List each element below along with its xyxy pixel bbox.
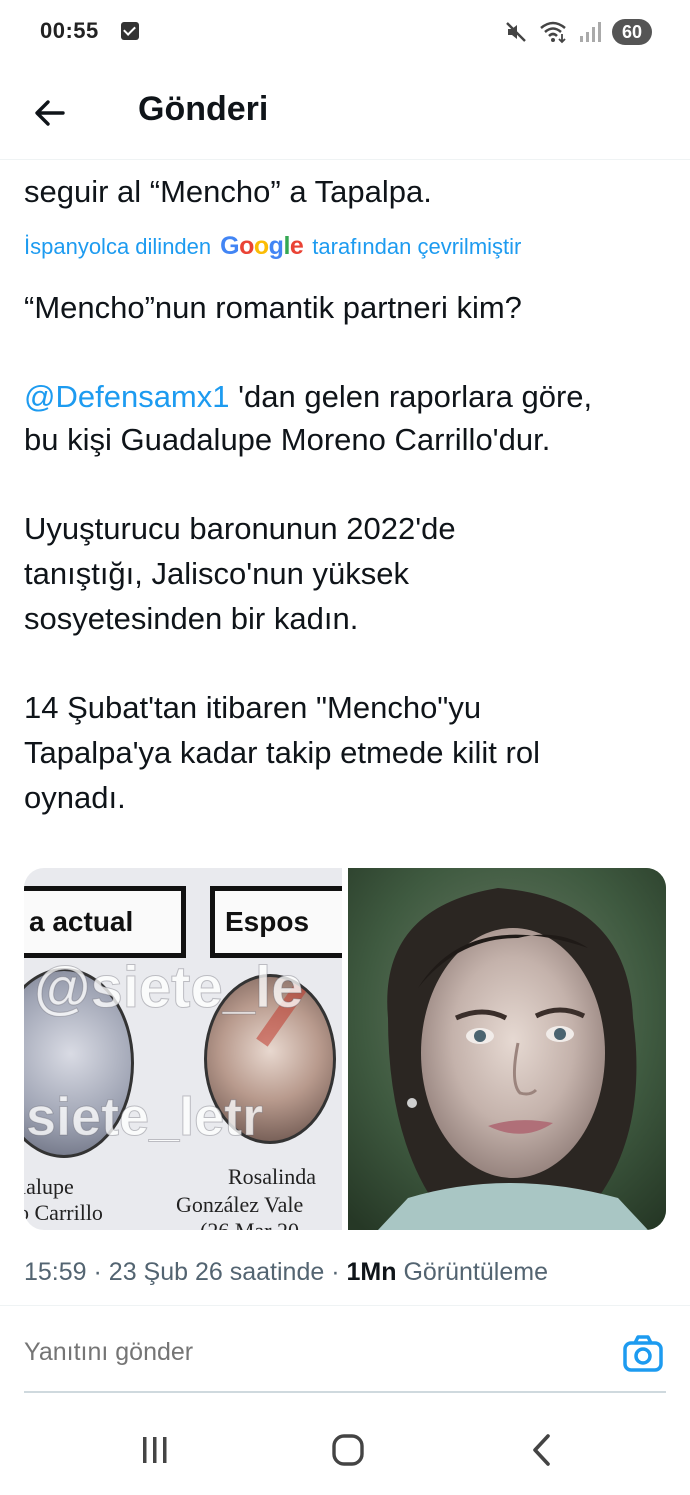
app-header: Gönderi <box>0 64 690 160</box>
meta-separator: · <box>331 1258 340 1286</box>
doc-caption: o Carrillo <box>24 1200 103 1225</box>
divider <box>0 1305 690 1306</box>
translation-note[interactable]: İspanyolca dilinden Google tarafından çe… <box>24 232 521 261</box>
wifi-icon <box>540 21 566 44</box>
tweet-text-paragraph-3-line: sosyetesinden bir kadın. <box>24 601 359 636</box>
translation-suffix: tarafından çevrilmiştir <box>312 233 522 259</box>
google-letter: o <box>253 232 269 260</box>
battery-indicator: 60 <box>612 19 652 45</box>
tweet-text-paragraph-4-line: 14 Şubat'tan itibaren "Mencho"yu <box>24 690 482 725</box>
tweet-text-paragraph-4-line: oynadı. <box>24 780 126 815</box>
media-image-document[interactable]: a actual Espos @siete_le siete_letr lalu… <box>24 868 342 1230</box>
mention-link[interactable]: @Defensamx1 <box>24 379 230 414</box>
home-icon <box>332 1434 364 1466</box>
back-icon <box>533 1434 550 1466</box>
doc-label-text: Espos <box>225 906 310 937</box>
watermark-text: @siete_le <box>33 955 304 1021</box>
doc-label-left: a actual <box>24 886 186 958</box>
google-logo: Google <box>220 232 304 261</box>
tweet-text-previous-line: seguir al “Mencho” a Tapalpa. <box>24 174 432 209</box>
arrow-left-icon <box>35 100 65 126</box>
system-nav-bar <box>0 1400 690 1495</box>
reply-underline <box>24 1391 666 1393</box>
google-letter: o <box>239 232 254 260</box>
portrait-photo <box>348 868 666 1230</box>
recents-button[interactable] <box>135 1430 175 1470</box>
tweet-text-mention-line: @Defensamx1 'dan gelen raporlara göre, <box>24 379 592 415</box>
meta-separator: · <box>93 1258 102 1286</box>
tweet-media: a actual Espos @siete_le siete_letr lalu… <box>24 868 666 1230</box>
reply-input[interactable] <box>24 1338 584 1367</box>
home-button[interactable] <box>328 1430 368 1470</box>
doc-caption: Rosalinda <box>228 1164 316 1189</box>
translation-prefix: İspanyolca dilinden <box>24 233 212 259</box>
status-time: 00:55 <box>40 18 99 43</box>
doc-label-right: Espos <box>210 886 342 958</box>
media-image-portrait[interactable] <box>348 868 666 1230</box>
signal-icon <box>580 22 601 42</box>
doc-caption: lalupe <box>24 1174 74 1199</box>
doc-caption: González Vale <box>176 1192 304 1217</box>
tweet-time: 15:59 <box>24 1258 87 1286</box>
google-letter: e <box>289 232 304 260</box>
tweet-text-paragraph-3-line: tanıştığı, Jalisco'nun yüksek <box>24 556 410 591</box>
checkbox-notification-icon <box>121 22 139 40</box>
camera-icon[interactable] <box>622 1334 664 1374</box>
back-button[interactable] <box>22 86 76 140</box>
status-icons: 60 <box>504 16 652 48</box>
tweet-text-identity: bu kişi Guadalupe Moreno Carrillo'dur. <box>24 422 551 457</box>
nav-back-button[interactable] <box>522 1430 562 1470</box>
doc-label-text: a actual <box>29 906 134 937</box>
tweet-text-paragraph-3-line: Uyuşturucu baronunun 2022'de <box>24 511 456 546</box>
views-label: Görüntüleme <box>403 1258 548 1286</box>
watermark-text: siete_letr <box>25 1087 264 1148</box>
tweet-text-question: “Mencho”nun romantik partneri kim? <box>24 290 522 325</box>
mention-line-rest: 'dan gelen raporlara göre, <box>229 379 593 414</box>
google-letter: g <box>268 232 284 260</box>
mute-icon <box>506 22 526 42</box>
status-bar: 00:55 60 <box>0 0 690 64</box>
doc-caption: (26 Mar 20 <box>200 1218 299 1230</box>
recents-icon <box>143 1437 167 1463</box>
page-title: Gönderi <box>138 90 269 128</box>
tweet-date: 23 Şub 26 saatinde <box>108 1258 325 1286</box>
google-letter: G <box>220 232 240 260</box>
views-count: 1Mn <box>346 1258 397 1286</box>
tweet-text-paragraph-4-line: Tapalpa'ya kadar takip etmede kilit rol <box>24 735 540 770</box>
tweet-meta: 15:59 · 23 Şub 26 saatinde · 1Mn Görüntü… <box>24 1258 548 1287</box>
reply-bar <box>0 1318 690 1394</box>
